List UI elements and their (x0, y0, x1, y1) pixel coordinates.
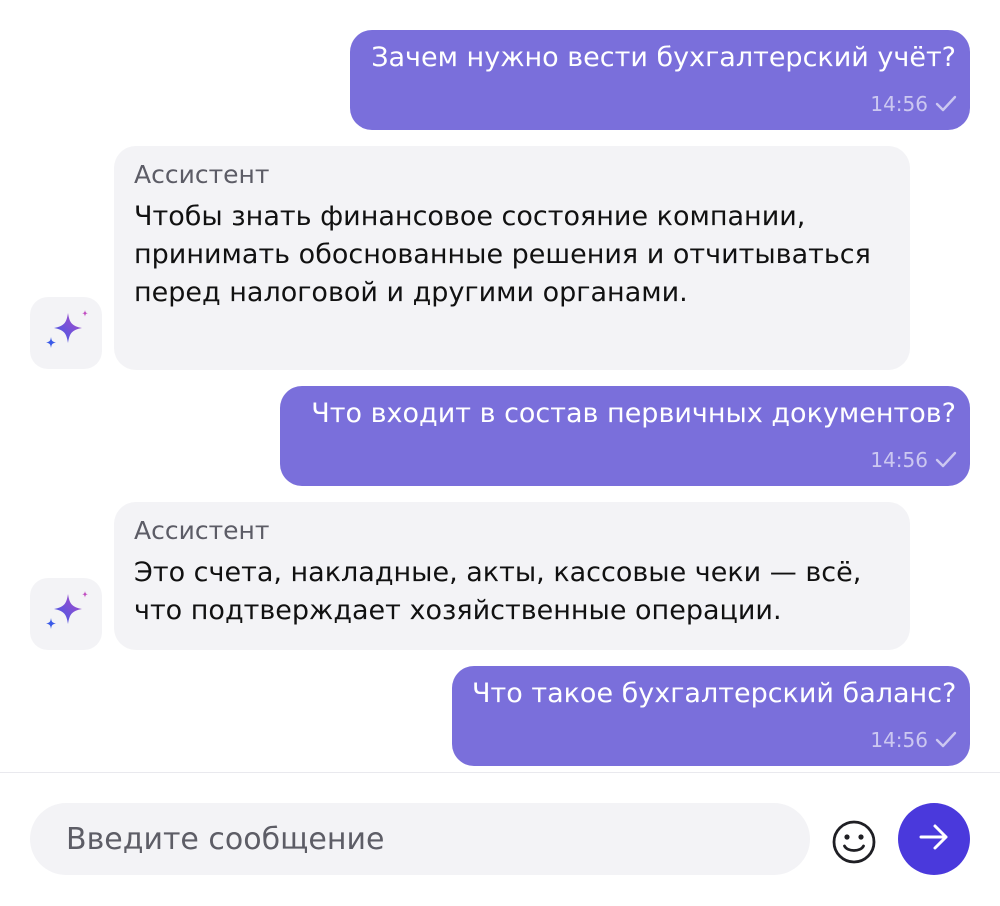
sender-name: Ассистент (134, 160, 270, 189)
sparkle-icon (42, 307, 90, 359)
outgoing-message: Что такое бухгалтерский баланс? 14:56 (452, 666, 970, 766)
incoming-message: Ассистент Это счета, накладные, акты, ка… (114, 502, 910, 650)
emoji-button[interactable] (830, 818, 878, 866)
message-input[interactable] (64, 820, 776, 858)
chat-message-list[interactable]: Зачем нужно вести бухгалтерский учёт? 14… (0, 0, 1000, 772)
sender-name: Ассистент (134, 516, 270, 545)
smiley-icon (830, 820, 878, 870)
message-meta: 14:56 (870, 728, 958, 752)
outgoing-message: Что входит в состав первичных документов… (280, 386, 970, 486)
message-text: Зачем нужно вести бухгалтерский учёт? (371, 42, 956, 73)
message-time: 14:56 (870, 448, 928, 472)
message-text: Чтобы знать финансовое состояние компани… (134, 201, 871, 308)
sparkle-icon (42, 588, 90, 640)
message-meta: 14:56 (870, 92, 958, 116)
message-text: Что такое бухгалтерский баланс? (472, 678, 957, 709)
message-meta: 14:56 (870, 448, 958, 472)
message-time: 14:56 (870, 92, 928, 116)
arrow-right-icon (916, 819, 952, 859)
message-time: 14:56 (870, 728, 928, 752)
check-icon (934, 94, 958, 114)
check-icon (934, 730, 958, 750)
message-text: Это счета, накладные, акты, кассовые чек… (134, 557, 862, 626)
message-text: Что входит в состав первичных документов… (311, 398, 956, 429)
message-composer (0, 773, 1000, 906)
incoming-message: Ассистент Чтобы знать финансовое состоян… (114, 146, 910, 370)
send-button[interactable] (898, 803, 970, 875)
message-input-container[interactable] (30, 803, 810, 875)
assistant-avatar (30, 578, 102, 650)
check-icon (934, 450, 958, 470)
outgoing-message: Зачем нужно вести бухгалтерский учёт? 14… (350, 30, 970, 130)
assistant-avatar (30, 297, 102, 369)
